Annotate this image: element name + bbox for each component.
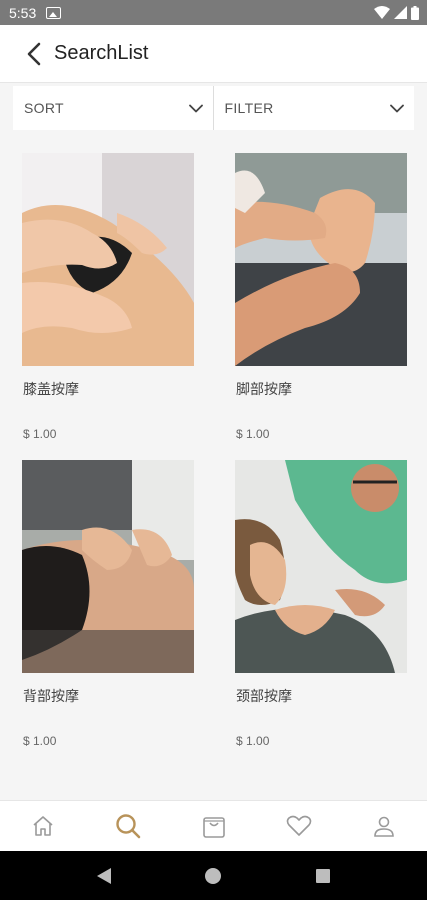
battery-icon [411, 5, 419, 20]
status-time: 5:53 [9, 4, 37, 21]
chevron-down-icon [390, 104, 404, 112]
nav-home[interactable] [0, 801, 85, 851]
notification-icon [46, 6, 62, 19]
chevron-down-icon [188, 104, 203, 112]
product-image-foot-massage[interactable] [235, 153, 407, 366]
bottom-navigation [0, 800, 427, 851]
nav-profile[interactable] [342, 801, 427, 851]
app-bar: SearchList [0, 25, 427, 83]
search-icon [116, 814, 141, 839]
product-card[interactable]: 脚部按摩 $ 1.00 [235, 153, 407, 441]
filter-button[interactable]: FILTER [213, 86, 414, 130]
home-circle-icon[interactable] [204, 867, 222, 885]
nav-search[interactable] [85, 801, 170, 851]
product-image-neck-massage[interactable] [235, 460, 407, 673]
sort-button[interactable]: SORT [13, 86, 213, 130]
bag-icon [202, 817, 225, 838]
wifi-icon [374, 6, 390, 19]
product-image-knee-massage[interactable] [22, 153, 194, 366]
product-card[interactable]: 膝盖按摩 $ 1.00 [22, 153, 194, 441]
product-price: $ 1.00 [236, 734, 270, 748]
recents-square-icon[interactable] [315, 868, 331, 884]
product-price: $ 1.00 [23, 427, 57, 441]
product-name: 膝盖按摩 [23, 382, 79, 398]
product-image-back-massage[interactable] [22, 460, 194, 673]
back-button[interactable] [10, 25, 58, 83]
product-card[interactable]: 颈部按摩 $ 1.00 [235, 460, 407, 748]
heart-icon [286, 815, 312, 836]
system-navigation-bar [0, 851, 427, 900]
status-icons [374, 5, 419, 20]
product-price: $ 1.00 [23, 734, 57, 748]
sort-label: SORT [24, 100, 64, 116]
product-card[interactable]: 背部按摩 $ 1.00 [22, 460, 194, 748]
back-arrow-icon [27, 42, 41, 65]
product-name: 脚部按摩 [236, 382, 292, 398]
home-icon [33, 816, 53, 836]
sort-filter-bar: SORT FILTER [0, 83, 427, 133]
product-price: $ 1.00 [236, 427, 270, 441]
product-name: 颈部按摩 [236, 689, 292, 705]
page-title: SearchList [54, 42, 149, 64]
product-name: 背部按摩 [23, 689, 79, 705]
signal-icon [394, 6, 407, 19]
profile-icon [374, 816, 395, 837]
nav-favorites[interactable] [256, 801, 341, 851]
nav-bag[interactable] [171, 801, 256, 851]
back-triangle-icon[interactable] [96, 867, 112, 885]
status-bar: 5:53 [0, 0, 427, 25]
filter-label: FILTER [224, 100, 274, 116]
